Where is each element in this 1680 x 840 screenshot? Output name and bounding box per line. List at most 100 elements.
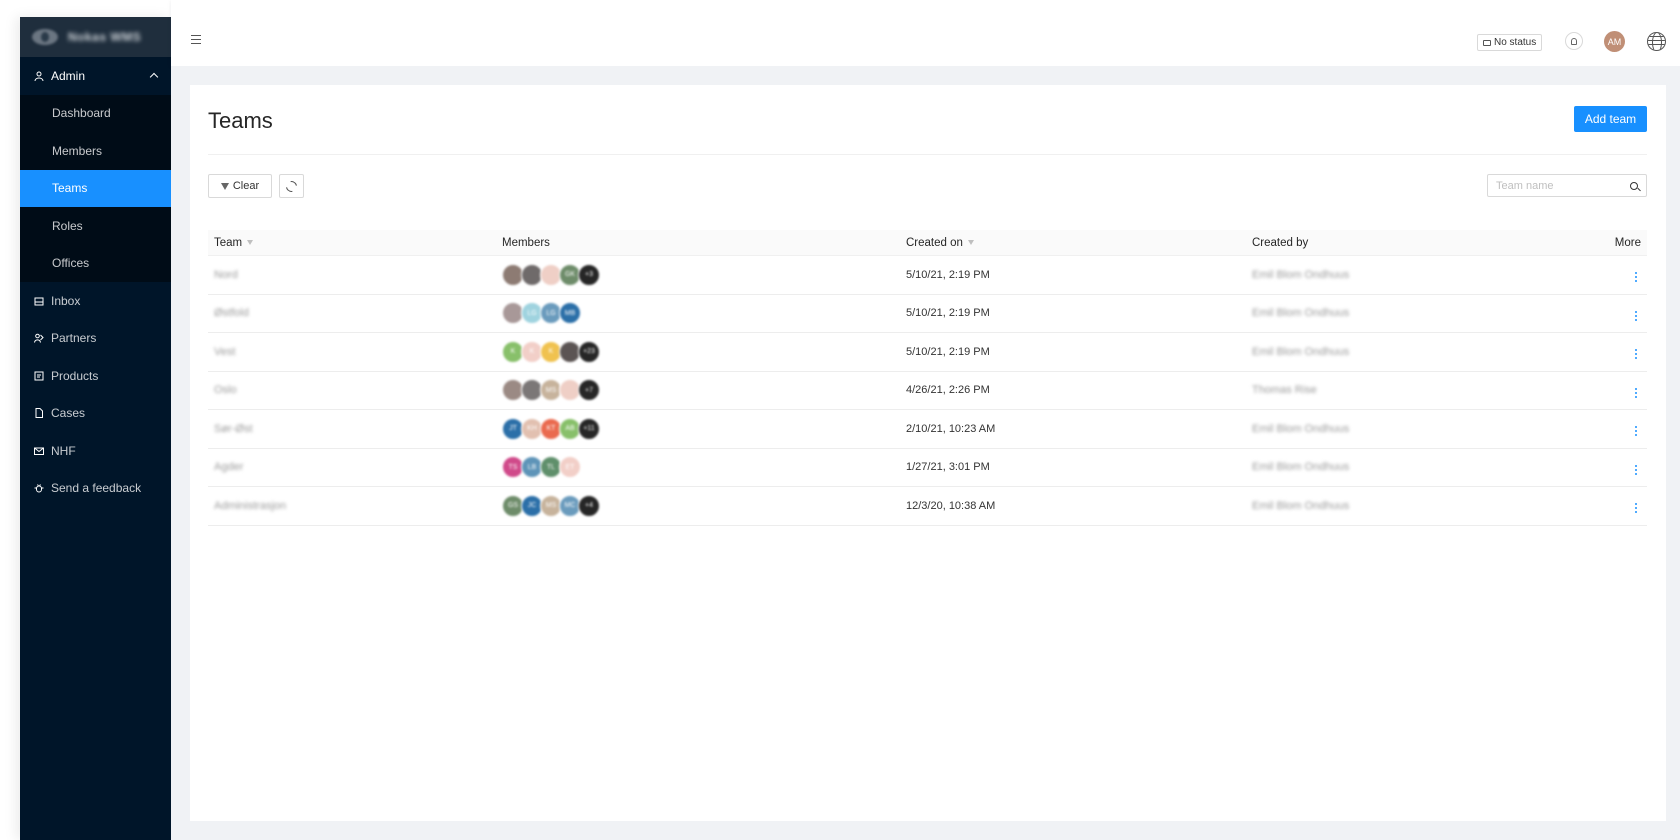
created-by-cell: Emil Blom Ondhuus [1246,461,1596,473]
members-cell: MS +7 [496,379,900,402]
member-avatar[interactable]: +4 [578,494,600,517]
created-by-cell: Emil Blom Ondhuus [1246,346,1596,358]
more-actions-icon[interactable] [1631,424,1641,438]
table-row[interactable]: Østfold LG LG MB 5/10/21, 2:19 PM Emil Blom O… [208,295,1647,333]
member-avatar[interactable]: ET [559,456,581,479]
logo-mark-icon [32,29,58,45]
team-cell: Nord [208,269,496,281]
table-row[interactable]: Oslo MS +7 4/26/21, 2:26 PM Thomas Rise [208,372,1647,410]
team-cell: Administrasjon [208,500,496,512]
sidebar-item-label: Dashboard [52,106,111,121]
sidebar-item-partners[interactable]: Partners [20,320,171,358]
more-actions-icon[interactable] [1631,463,1641,477]
created-by: Emil Blom Ondhuus [1252,499,1350,512]
more-actions-icon[interactable] [1631,309,1641,323]
teams-table: Team Members Created on Created by More … [208,230,1647,526]
more-cell [1596,265,1647,284]
column-header-team[interactable]: Team [208,237,496,249]
team-name[interactable]: Oslo [214,384,237,396]
team-name[interactable]: Administrasjon [214,500,286,512]
members-cell: JT KH KT AB +11 [496,417,900,440]
refresh-button[interactable] [279,174,304,198]
more-actions-icon[interactable] [1631,386,1641,400]
sidebar-item-members[interactable]: Members [20,132,171,170]
table-header: Team Members Created on Created by More [208,230,1647,256]
created-on-cell: 5/10/21, 2:19 PM [900,307,1246,319]
table-row[interactable]: Nord GK +3 5/10/21, 2:19 PM Emil Blom Ondhuu… [208,256,1647,295]
created-on-cell: 4/26/21, 2:26 PM [900,384,1246,396]
sidebar-item-label: Products [51,368,99,383]
created-by: Emil Blom Ondhuus [1252,461,1350,474]
created-by-cell: Thomas Rise [1246,384,1596,396]
sidebar-item-offices[interactable]: Offices [20,245,171,283]
table-row[interactable]: Vest K K K +23 5/10/21, 2:19 PM Emil Blom Ondh… [208,333,1647,372]
more-actions-icon[interactable] [1631,347,1641,361]
inbox-icon [34,296,44,306]
created-by-cell: Emil Blom Ondhuus [1246,269,1596,281]
language-globe-icon[interactable] [1647,32,1666,51]
app-name: Nokas WMS [68,30,142,44]
sidebar-item-teams[interactable]: Teams [20,169,171,207]
column-label: Members [502,236,550,249]
sidebar-item-feedback[interactable]: Send a feedback [20,470,171,508]
team-name[interactable]: Nord [214,269,238,281]
member-avatar[interactable]: +23 [578,340,600,363]
sidebar-item-inbox[interactable]: Inbox [20,282,171,320]
created-on-cell: 2/10/21, 10:23 AM [900,423,1246,435]
team-name[interactable]: Sør-Øst [214,423,253,435]
chevron-up-icon [149,73,159,82]
members-cell: K K K +23 [496,340,900,363]
member-avatar[interactable]: +7 [578,379,600,402]
sidebar-item-label: NHF [51,443,76,458]
menu-toggle-icon[interactable] [191,35,201,44]
team-name[interactable]: Østfold [214,307,249,319]
sidebar-item-nhf[interactable]: NHF [20,432,171,470]
member-avatar[interactable]: +3 [578,263,600,286]
sidebar-item-label: Cases [51,406,86,421]
more-cell [1596,342,1647,361]
created-by-cell: Emil Blom Ondhuus [1246,423,1596,435]
refresh-icon [283,178,300,194]
column-label: Team [214,236,243,249]
more-cell [1596,381,1647,400]
team-name[interactable]: Vest [214,346,235,358]
column-header-created-on[interactable]: Created on [900,237,1246,249]
member-avatar[interactable]: +11 [578,417,600,440]
notifications-button[interactable] [1565,32,1583,50]
search-icon[interactable] [1630,181,1638,190]
more-actions-icon[interactable] [1631,270,1641,284]
avatar-initials: AM [1607,36,1622,47]
table-row[interactable]: Administrasjon GS JC MS MC +4 12/3/20, 10:38 A… [208,487,1647,526]
add-team-button[interactable]: Add team [1574,106,1647,132]
app-logo[interactable]: Nokas WMS [20,17,171,57]
member-avatar[interactable]: MB [559,302,581,325]
team-name-search-input[interactable] [1496,179,1616,192]
sidebar-item-roles[interactable]: Roles [20,207,171,245]
sort-caret-icon [247,239,254,245]
column-label: Created by [1252,236,1309,249]
sort-caret-icon [967,239,974,245]
clear-filters-button[interactable]: Clear [208,174,272,198]
more-actions-icon[interactable] [1631,501,1641,515]
sidebar-item-cases[interactable]: Cases [20,395,171,433]
table-row[interactable]: Sør-Øst JT KH KT AB +11 2/10/21, 10:23 AM Emil … [208,410,1647,449]
table-row[interactable]: Agder TS LB TL ET 1/27/21, 3:01 PM Emil Blom O… [208,449,1647,487]
sidebar-group-label: Admin [51,68,86,83]
top-header: No status AM [171,0,1680,66]
sidebar-item-products[interactable]: Products [20,357,171,395]
team-name[interactable]: Agder [214,461,243,473]
sidebar-item-dashboard[interactable]: Dashboard [20,95,171,133]
created-on: 12/3/20, 10:38 AM [906,499,996,512]
members-cell: GS JC MS MC +4 [496,494,900,517]
team-cell: Agder [208,461,496,473]
admin-submenu: Dashboard Members Teams Roles Offices [20,94,171,283]
column-header-more: More [1596,237,1647,249]
column-label: More [1614,236,1641,249]
sidebar-group-admin[interactable]: Admin [20,57,171,95]
status-button[interactable]: No status [1477,34,1543,51]
sidebar-item-label: Inbox [51,293,81,308]
products-icon [34,371,44,381]
created-by: Emil Blom Ondhuus [1252,307,1350,320]
user-avatar[interactable]: AM [1604,31,1625,52]
filter-icon [220,182,229,190]
